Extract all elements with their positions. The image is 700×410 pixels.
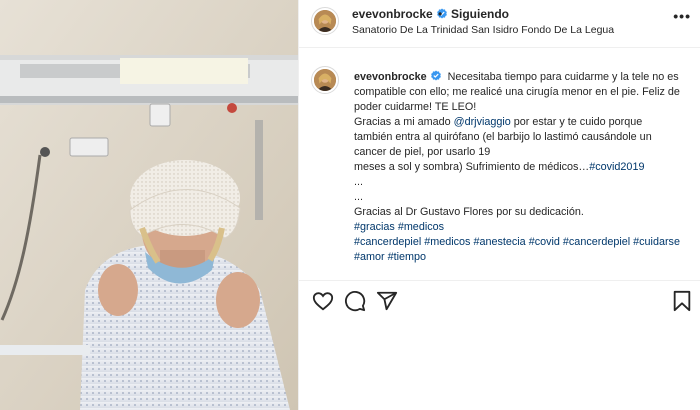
hospital-photo-image [0, 0, 298, 410]
caption-line: evevonbrocke Necesitaba tiempo para cuid… [354, 70, 694, 85]
location-link[interactable]: Sanatorio De La Trinidad San Isidro Fond… [352, 24, 614, 36]
more-options-icon[interactable]: ••• [673, 8, 691, 24]
post-header: evevonbrocke • Siguiendo Sanatorio De La… [299, 0, 700, 48]
like-button[interactable] [312, 290, 334, 312]
caption-text-line: por estar y te cuido porque [513, 116, 643, 128]
action-bar [299, 280, 700, 316]
save-button[interactable] [671, 290, 693, 312]
hashtag-link[interactable]: #medicos [398, 221, 444, 233]
post-photo[interactable] [0, 0, 298, 410]
hashtag-link[interactable]: #cancerdepiel [563, 236, 630, 248]
caption-line: #cancerdepiel #medicos #anestecia #covid… [354, 235, 694, 250]
caption-text-line: también entra al quirófano (el barbijo l… [354, 131, 652, 143]
caption-text-line: cancer de piel, por usarlo 19 [354, 146, 491, 158]
caption-line: Gracias a mi amado @drjviaggio por estar… [354, 115, 694, 130]
share-button[interactable] [376, 290, 398, 312]
bookmark-icon [673, 290, 691, 312]
caption-text-line: Gracias al Dr Gustavo Flores por su dedi… [354, 206, 584, 218]
caption-line: #amor #tiempo [354, 250, 694, 265]
caption-line: #gracias #medicos [354, 220, 694, 235]
hashtag-link[interactable]: #tiempo [388, 251, 426, 263]
caption-username-text: evevonbrocke [354, 71, 427, 83]
hashtag-link[interactable]: #amor [354, 251, 385, 263]
hashtag-link[interactable]: #cuidarse [633, 236, 680, 248]
caption-avatar[interactable] [311, 66, 339, 94]
caption-text-line: Gracias a mi amado [354, 116, 451, 128]
following-button[interactable]: Siguiendo [451, 7, 509, 21]
caption-text-line: meses a sol y sombra) Sufrimiento de méd… [354, 161, 590, 173]
caption-line: meses a sol y sombra) Sufrimiento de méd… [354, 160, 694, 175]
caption-text-line: Necesitaba tiempo para cuidarme y la tel… [447, 71, 679, 83]
profile-photo-icon [314, 10, 336, 32]
hashtag-link[interactable]: #covid [529, 236, 560, 248]
caption-username[interactable]: evevonbrocke [354, 70, 442, 83]
hashtag-link[interactable]: #cancerdepiel [354, 236, 421, 248]
caption-text-line: ... [354, 176, 363, 188]
hashtag-link[interactable]: #medicos [424, 236, 470, 248]
comment-icon [344, 290, 366, 312]
avatar[interactable] [311, 7, 339, 35]
username-link[interactable]: evevonbrocke [352, 7, 448, 21]
caption-text-line: ... [354, 191, 363, 203]
caption-text-line: compatible con ello; me realicé una ciru… [354, 86, 680, 98]
profile-photo-icon [314, 69, 336, 91]
hashtag-link[interactable]: #covid2019 [589, 161, 644, 173]
share-icon [376, 291, 398, 311]
username-text: evevonbrocke [352, 7, 433, 21]
hashtag-link[interactable]: #gracias [354, 221, 395, 233]
post-side-panel: evevonbrocke • Siguiendo Sanatorio De La… [298, 0, 700, 410]
caption-text: evevonbrocke Necesitaba tiempo para cuid… [354, 70, 694, 265]
heart-icon [312, 292, 334, 311]
separator-dot: • [438, 7, 443, 21]
comment-button[interactable] [344, 290, 366, 312]
verified-badge-icon [430, 70, 441, 81]
caption-text-line: poder cuidarme! TE LEO! [354, 101, 477, 113]
hashtag-link[interactable]: #anestecia [473, 236, 525, 248]
mention-link[interactable]: @drjviaggio [454, 116, 511, 128]
